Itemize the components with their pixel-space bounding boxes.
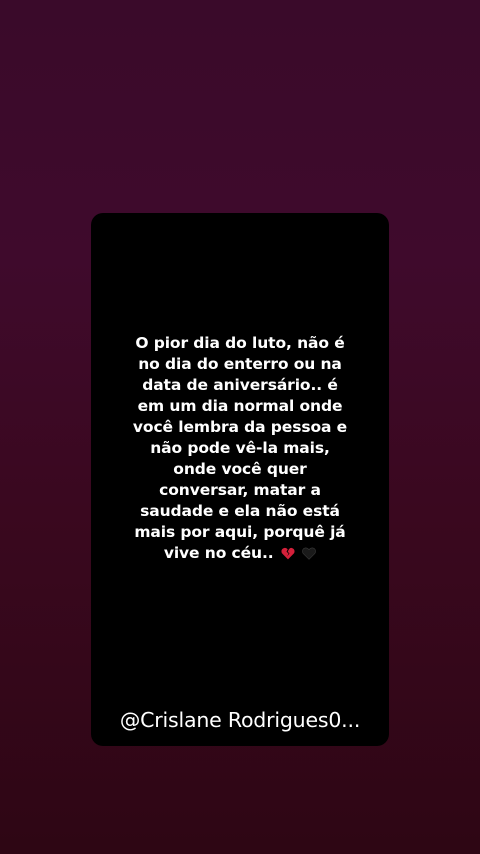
quote-line: data de aniversário.. é: [142, 376, 338, 394]
username-tag: @Crislane Rodrigues0...: [119, 708, 361, 732]
broken-heart-icon: [281, 547, 295, 560]
quote-line: não pode vê-la mais,: [150, 439, 330, 457]
quote-text: O pior dia do luto, não é no dia do ente…: [105, 333, 375, 564]
quote-line: conversar, matar a: [159, 481, 321, 499]
quote-line-last: vive no céu..: [105, 543, 375, 564]
quote-line: mais por aqui, porquê já: [134, 523, 346, 541]
quote-line: no dia do enterro ou na: [138, 355, 342, 373]
quote-line: saudade e ela não está: [140, 502, 340, 520]
quote-line: você lembra da pessoa e: [132, 418, 348, 436]
quote-line: O pior dia do luto, não é: [135, 334, 345, 352]
quote-line: onde você quer: [173, 460, 307, 478]
story-card: O pior dia do luto, não é no dia do ente…: [91, 213, 389, 746]
quote-line: vive no céu..: [163, 544, 274, 562]
black-heart-icon: [302, 547, 316, 560]
quote-line: em um dia normal onde: [137, 397, 343, 415]
